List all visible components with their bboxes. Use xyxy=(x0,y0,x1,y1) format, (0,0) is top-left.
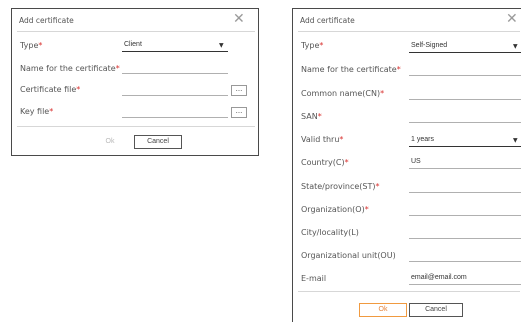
type-select-underline xyxy=(409,52,521,53)
certificate-file-input[interactable] xyxy=(122,95,228,96)
type-select-underline xyxy=(122,51,228,52)
organization-label: Organization(O)* xyxy=(301,205,369,214)
ok-button[interactable]: Ok xyxy=(359,303,407,317)
city-label: City/locality(L) xyxy=(301,228,359,237)
email-label: E-mail xyxy=(301,274,327,283)
key-file-input[interactable] xyxy=(122,117,228,118)
state-input[interactable] xyxy=(409,192,521,193)
valid-thru-underline xyxy=(409,146,521,147)
dialog-title: Add certificate xyxy=(300,16,355,25)
add-certificate-dialog-self-signed: Add certificate ✕ Type* Self-Signed ▼ Na… xyxy=(292,8,521,322)
footer-divider xyxy=(298,291,520,292)
valid-thru-label: Valid thru* xyxy=(301,135,344,144)
type-label: Type* xyxy=(20,41,43,50)
valid-thru-value: 1 years xyxy=(411,136,434,143)
country-input[interactable] xyxy=(409,168,521,169)
dialog-title: Add certificate xyxy=(19,16,74,25)
san-label: SAN* xyxy=(301,112,322,121)
ok-button[interactable]: Ok xyxy=(87,136,133,150)
chevron-down-icon: ▼ xyxy=(513,137,518,144)
key-file-label: Key file* xyxy=(20,107,54,116)
org-unit-label: Organizational unit(OU) xyxy=(301,251,396,260)
type-label: Type* xyxy=(301,41,324,50)
key-browse-button[interactable]: ... xyxy=(231,107,247,118)
org-unit-input[interactable] xyxy=(409,261,521,262)
add-certificate-dialog-client: Add certificate ✕ Type* Client ▼ Name fo… xyxy=(11,8,259,156)
cancel-button[interactable]: Cancel xyxy=(409,303,463,317)
organization-input[interactable] xyxy=(409,215,521,216)
footer-divider xyxy=(17,126,255,127)
type-select-value: Client xyxy=(124,41,142,48)
san-input[interactable] xyxy=(409,122,521,123)
city-input[interactable] xyxy=(409,238,521,239)
name-input[interactable] xyxy=(122,73,228,74)
name-label: Name for the certificate* xyxy=(301,65,401,74)
name-label: Name for the certificate* xyxy=(20,64,120,73)
certificate-file-label: Certificate file* xyxy=(20,85,81,94)
email-input[interactable] xyxy=(409,284,521,285)
title-divider xyxy=(298,31,520,32)
country-input-value: US xyxy=(411,158,421,165)
cancel-button[interactable]: Cancel xyxy=(134,135,182,149)
country-label: Country(C)* xyxy=(301,158,349,167)
chevron-down-icon: ▼ xyxy=(219,42,224,49)
email-input-value: email@email.com xyxy=(411,274,467,281)
close-icon[interactable]: ✕ xyxy=(506,12,518,26)
title-divider xyxy=(17,31,255,32)
name-input[interactable] xyxy=(409,75,521,76)
chevron-down-icon: ▼ xyxy=(513,43,518,50)
state-label: State/province(ST)* xyxy=(301,182,380,191)
close-icon[interactable]: ✕ xyxy=(233,12,245,26)
common-name-input[interactable] xyxy=(409,99,521,100)
common-name-label: Common name(CN)* xyxy=(301,89,385,98)
type-select-value: Self-Signed xyxy=(411,42,448,49)
certificate-browse-button[interactable]: ... xyxy=(231,85,247,96)
